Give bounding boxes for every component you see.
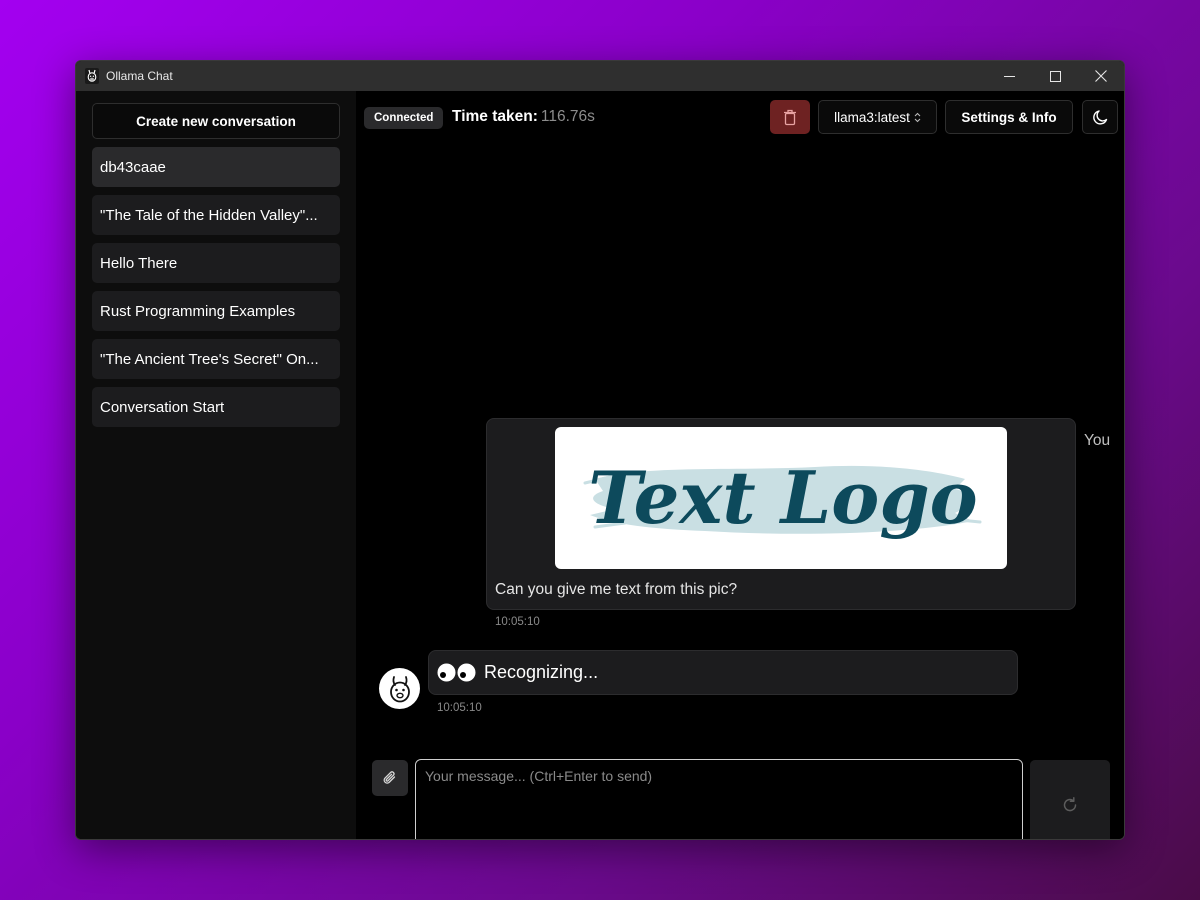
time-taken: Time taken: 116.76s bbox=[452, 108, 595, 126]
logo-text: Text Logo bbox=[588, 455, 977, 540]
window-controls bbox=[986, 61, 1124, 91]
text-logo-image: Text Logo bbox=[583, 455, 982, 540]
theme-toggle-button[interactable] bbox=[1082, 100, 1118, 134]
conversation-item[interactable]: Conversation Start bbox=[92, 387, 340, 427]
title-bar[interactable]: Ollama Chat bbox=[76, 61, 1124, 91]
time-taken-value: 116.76s bbox=[540, 108, 595, 125]
attached-image[interactable]: Text Logo bbox=[555, 427, 1007, 569]
send-button[interactable] bbox=[1030, 760, 1110, 839]
bot-message-text: Recognizing... bbox=[484, 662, 599, 682]
model-select[interactable]: llama3:latest bbox=[818, 100, 937, 134]
conversation-item[interactable]: "The Ancient Tree's Secret" On... bbox=[92, 339, 340, 379]
user-message-timestamp: 10:05:10 bbox=[495, 616, 540, 628]
window-title: Ollama Chat bbox=[106, 69, 173, 83]
chat-panel: Connected Time taken: 116.76s llama3:late… bbox=[356, 91, 1124, 839]
conversation-label: "The Tale of the Hidden Valley"... bbox=[100, 206, 318, 224]
minimize-icon bbox=[1003, 75, 1015, 77]
time-taken-label: Time taken: bbox=[452, 108, 538, 125]
bot-message-timestamp: 10:05:10 bbox=[437, 702, 482, 714]
conversation-label: Conversation Start bbox=[100, 398, 225, 416]
user-message-text: Can you give me text from this pic? bbox=[495, 581, 738, 598]
create-conversation-button[interactable]: Create new conversation bbox=[92, 103, 340, 139]
attach-file-button[interactable] bbox=[372, 760, 408, 796]
connection-status-badge: Connected bbox=[364, 107, 444, 129]
close-icon bbox=[1095, 70, 1107, 82]
refresh-icon bbox=[1063, 797, 1077, 812]
chevron-updown-icon bbox=[914, 112, 921, 122]
conversation-item[interactable]: db43caae bbox=[92, 147, 340, 187]
conversation-label: db43caae bbox=[100, 158, 166, 176]
eyes-icon bbox=[437, 663, 476, 682]
settings-info-button[interactable]: Settings & Info bbox=[945, 100, 1073, 134]
moon-icon bbox=[1092, 109, 1107, 125]
conversation-list: db43caae "The Tale of the Hidden Valley"… bbox=[92, 147, 340, 435]
llama-app-icon bbox=[85, 68, 99, 84]
bot-message-bubble: Recognizing... bbox=[428, 650, 1018, 695]
conversation-item[interactable]: Rust Programming Examples bbox=[92, 291, 340, 331]
close-button[interactable] bbox=[1078, 61, 1124, 91]
conversation-item[interactable]: Hello There bbox=[92, 243, 340, 283]
trash-icon bbox=[784, 109, 796, 125]
sidebar: Create new conversation db43caae "The Ta… bbox=[76, 91, 356, 839]
paperclip-icon bbox=[383, 771, 396, 784]
conversation-label: "The Ancient Tree's Secret" On... bbox=[100, 350, 319, 368]
maximize-icon bbox=[1049, 70, 1061, 82]
conversation-item[interactable]: "The Tale of the Hidden Valley"... bbox=[92, 195, 340, 235]
model-select-value: llama3:latest bbox=[834, 109, 910, 125]
message-input[interactable] bbox=[415, 759, 1023, 839]
sender-label: You bbox=[1084, 432, 1111, 449]
maximize-button[interactable] bbox=[1032, 61, 1078, 91]
user-message-bubble: Text Logo Can you give me text from this… bbox=[486, 418, 1076, 610]
bot-avatar bbox=[379, 668, 420, 709]
conversation-label: Rust Programming Examples bbox=[100, 302, 296, 320]
app-window: Ollama Chat Create new conversation db43… bbox=[75, 60, 1125, 840]
llama-avatar-icon bbox=[389, 675, 410, 702]
delete-conversation-button[interactable] bbox=[770, 100, 810, 134]
conversation-label: Hello There bbox=[100, 254, 178, 272]
minimize-button[interactable] bbox=[986, 61, 1032, 91]
